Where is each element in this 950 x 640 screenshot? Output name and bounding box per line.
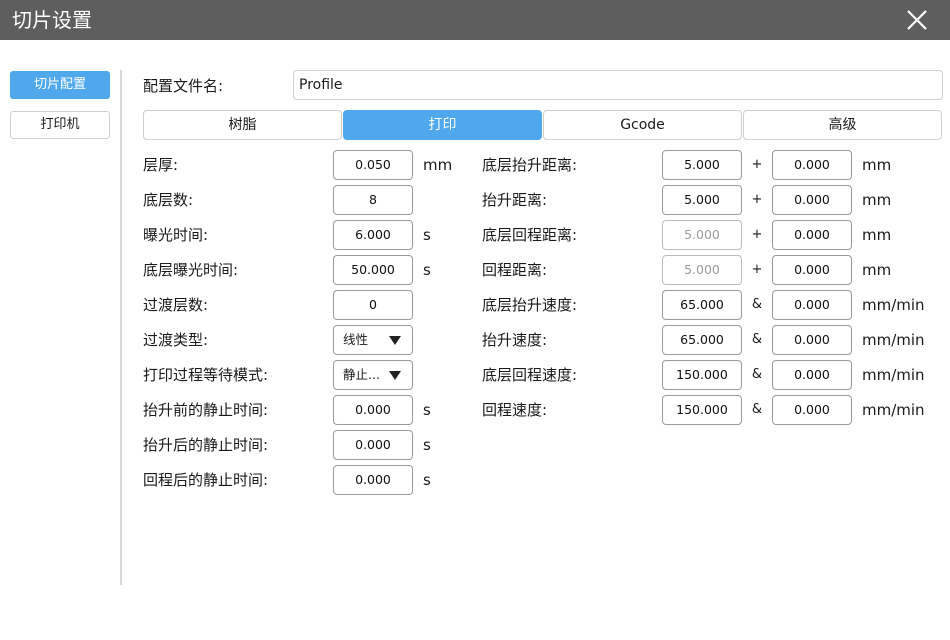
bottom-exposure-input[interactable]: 50.000 <box>333 255 413 285</box>
rest-after-lift-input[interactable]: 0.000 <box>333 430 413 460</box>
sidebar-item-printer[interactable]: 打印机 <box>10 111 110 139</box>
rest-after-retract-label: 回程后的静止时间: <box>143 471 269 489</box>
retract-distance-label: 回程距离: <box>482 261 548 279</box>
bottom-retract-distance-op: + <box>751 227 763 242</box>
retract-distance-op: + <box>751 262 763 277</box>
rest-before-lift-unit: s <box>423 401 431 419</box>
exposure-time-unit: s <box>423 226 431 244</box>
bottom-lift-distance-input[interactable]: 5.000 <box>662 150 742 180</box>
bottom-layers-label: 底层数: <box>143 191 194 209</box>
wait-mode-label: 打印过程等待模式: <box>143 366 269 384</box>
bottom-retract-speed-label: 底层回程速度: <box>482 366 578 384</box>
chevron-down-icon <box>389 336 401 345</box>
bottom-lift-speed-label: 底层抬升速度: <box>482 296 578 314</box>
exposure-time-input[interactable]: 6.000 <box>333 220 413 250</box>
lift-distance-unit: mm <box>862 191 892 209</box>
lift-speed-input[interactable]: 65.000 <box>662 325 742 355</box>
bottom-lift-speed-extra-input[interactable]: 0.000 <box>772 290 852 320</box>
close-button[interactable] <box>902 5 932 35</box>
bottom-lift-distance-label: 底层抬升距离: <box>482 156 578 174</box>
sidebar-divider <box>120 70 122 585</box>
exposure-time-label: 曝光时间: <box>143 226 209 244</box>
bottom-retract-speed-unit: mm/min <box>862 366 925 384</box>
wait-mode-value: 静止... <box>343 367 380 382</box>
bottom-lift-speed-unit: mm/min <box>862 296 925 314</box>
bottom-retract-speed-input[interactable]: 150.000 <box>662 360 742 390</box>
window-title: 切片设置 <box>12 8 92 32</box>
rest-after-retract-input[interactable]: 0.000 <box>333 465 413 495</box>
bottom-retract-speed-op: & <box>751 367 763 382</box>
lift-speed-extra-input[interactable]: 0.000 <box>772 325 852 355</box>
bottom-retract-distance-extra-input[interactable]: 0.000 <box>772 220 852 250</box>
transition-type-value: 线性 <box>343 332 369 347</box>
bottom-lift-distance-op: + <box>751 157 763 172</box>
chevron-down-icon <box>389 371 401 380</box>
bottom-retract-distance-label: 底层回程距离: <box>482 226 578 244</box>
bottom-lift-distance-unit: mm <box>862 156 892 174</box>
retract-distance-unit: mm <box>862 261 892 279</box>
rest-after-lift-label: 抬升后的静止时间: <box>143 436 269 454</box>
close-icon <box>907 10 927 30</box>
retract-distance-extra-input[interactable]: 0.000 <box>772 255 852 285</box>
bottom-lift-speed-input[interactable]: 65.000 <box>662 290 742 320</box>
retract-speed-unit: mm/min <box>862 401 925 419</box>
lift-speed-op: & <box>751 332 763 347</box>
lift-distance-extra-input[interactable]: 0.000 <box>772 185 852 215</box>
bottom-retract-distance-input: 5.000 <box>662 220 742 250</box>
bottom-retract-distance-unit: mm <box>862 226 892 244</box>
lift-distance-label: 抬升距离: <box>482 191 548 209</box>
rest-after-retract-unit: s <box>423 471 431 489</box>
transition-layers-label: 过渡层数: <box>143 296 209 314</box>
rest-before-lift-label: 抬升前的静止时间: <box>143 401 269 419</box>
sidebar-item-slice-settings[interactable]: 切片配置 <box>10 71 110 99</box>
retract-distance-input: 5.000 <box>662 255 742 285</box>
profile-name-input[interactable]: Profile <box>293 70 943 100</box>
bottom-lift-distance-extra-input[interactable]: 0.000 <box>772 150 852 180</box>
tab-advanced[interactable]: 高级 <box>743 110 942 140</box>
retract-speed-extra-input[interactable]: 0.000 <box>772 395 852 425</box>
retract-speed-op: & <box>751 402 763 417</box>
transition-type-select[interactable]: 线性 <box>333 325 413 355</box>
layer-height-input[interactable]: 0.050 <box>333 150 413 180</box>
bottom-retract-speed-extra-input[interactable]: 0.000 <box>772 360 852 390</box>
tab-resin[interactable]: 树脂 <box>143 110 342 140</box>
transition-layers-input[interactable]: 0 <box>333 290 413 320</box>
layer-height-label: 层厚: <box>143 156 179 174</box>
tab-gcode[interactable]: Gcode <box>543 110 742 140</box>
bottom-exposure-label: 底层曝光时间: <box>143 261 239 279</box>
transition-type-label: 过渡类型: <box>143 331 209 349</box>
layer-height-unit: mm <box>423 156 453 174</box>
bottom-layers-input[interactable]: 8 <box>333 185 413 215</box>
tab-print[interactable]: 打印 <box>343 110 542 140</box>
rest-after-lift-unit: s <box>423 436 431 454</box>
bottom-exposure-unit: s <box>423 261 431 279</box>
bottom-lift-speed-op: & <box>751 297 763 312</box>
retract-speed-label: 回程速度: <box>482 401 548 419</box>
title-bar: 切片设置 <box>0 0 950 40</box>
lift-distance-input[interactable]: 5.000 <box>662 185 742 215</box>
lift-speed-label: 抬升速度: <box>482 331 548 349</box>
lift-speed-unit: mm/min <box>862 331 925 349</box>
rest-before-lift-input[interactable]: 0.000 <box>333 395 413 425</box>
wait-mode-select[interactable]: 静止... <box>333 360 413 390</box>
retract-speed-input[interactable]: 150.000 <box>662 395 742 425</box>
lift-distance-op: + <box>751 192 763 207</box>
profile-name-label: 配置文件名: <box>143 77 224 95</box>
